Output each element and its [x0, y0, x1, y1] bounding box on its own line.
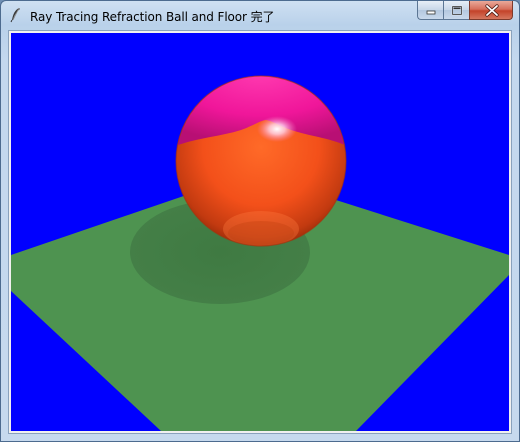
render-canvas[interactable]: [11, 33, 509, 431]
title-bar[interactable]: Ray Tracing Refraction Ball and Floor 完了: [1, 1, 519, 31]
minimize-button[interactable]: [417, 1, 443, 20]
minimize-icon: [426, 10, 436, 15]
window-controls: [417, 1, 513, 21]
ball-specular-highlight: [257, 116, 297, 142]
feather-icon: [9, 7, 23, 23]
canvas-frame: [8, 30, 512, 434]
maximize-button[interactable]: [443, 1, 469, 20]
close-icon: [485, 4, 499, 17]
close-button[interactable]: [469, 1, 513, 20]
window-title: Ray Tracing Refraction Ball and Floor 完了: [30, 10, 275, 24]
app-window: Ray Tracing Refraction Ball and Floor 完了: [0, 0, 520, 442]
maximize-icon: [451, 5, 463, 16]
